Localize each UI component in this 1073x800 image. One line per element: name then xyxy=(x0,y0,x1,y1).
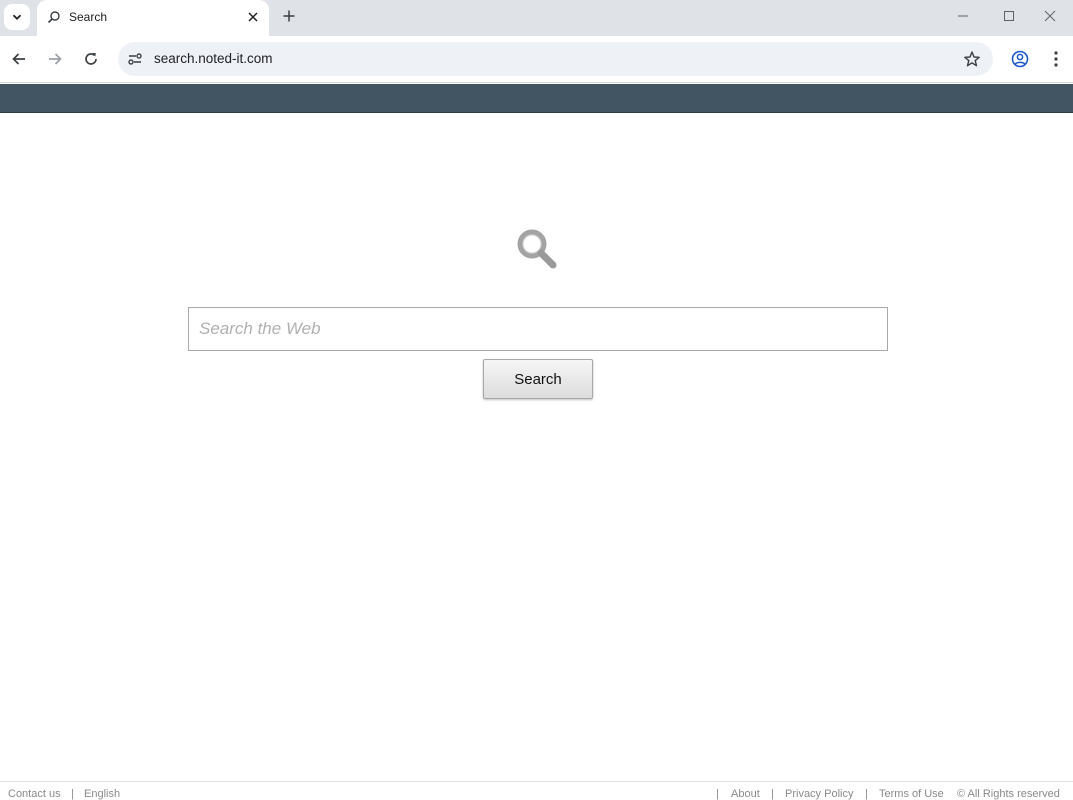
footer-about-link[interactable]: About xyxy=(731,788,760,800)
footer-separator: | xyxy=(771,788,774,800)
address-url[interactable]: search.noted-it.com xyxy=(154,51,273,66)
plus-icon xyxy=(283,10,295,22)
arrow-right-icon xyxy=(49,53,62,65)
maximize-button[interactable] xyxy=(986,0,1032,32)
account-icon xyxy=(1011,50,1029,68)
site-header-bar xyxy=(0,84,1073,113)
footer-separator: | xyxy=(865,788,868,800)
tune-icon[interactable] xyxy=(126,50,144,68)
minimize-button[interactable] xyxy=(940,0,986,32)
footer-copyright: © All Rights reserved xyxy=(957,788,1060,800)
browser-toolbar: search.noted-it.com xyxy=(0,36,1073,83)
search-icon xyxy=(47,11,60,24)
tab-search-button[interactable] xyxy=(4,4,30,30)
maximize-icon xyxy=(1004,11,1014,21)
kebab-menu-icon xyxy=(1054,51,1058,67)
footer-separator: | xyxy=(716,788,719,800)
tab-title: Search xyxy=(69,10,108,24)
close-icon xyxy=(248,12,258,22)
footer-contact-link[interactable]: Contact us xyxy=(8,788,61,800)
star-icon[interactable] xyxy=(963,50,981,68)
tab-close-button[interactable] xyxy=(245,9,261,25)
footer-language-link[interactable]: English xyxy=(84,788,120,800)
address-bar[interactable]: search.noted-it.com xyxy=(118,42,993,76)
new-tab-button[interactable] xyxy=(278,5,300,27)
reload-button[interactable] xyxy=(78,46,104,72)
chevron-down-icon xyxy=(12,14,22,20)
footer-terms-link[interactable]: Terms of Use xyxy=(879,788,944,800)
browser-tab[interactable]: Search xyxy=(37,0,269,36)
profile-button[interactable] xyxy=(1007,46,1033,72)
back-button[interactable] xyxy=(6,46,32,72)
arrow-left-icon xyxy=(12,53,25,65)
footer-privacy-link[interactable]: Privacy Policy xyxy=(785,788,853,800)
reload-icon xyxy=(85,52,97,65)
search-button[interactable]: Search xyxy=(483,359,593,399)
menu-button[interactable] xyxy=(1043,46,1069,72)
forward-button[interactable] xyxy=(42,46,68,72)
magnifier-icon xyxy=(517,229,557,269)
minimize-icon xyxy=(958,15,968,17)
window-close-button[interactable] xyxy=(1027,0,1073,32)
footer-separator: | xyxy=(71,788,74,800)
footer: Contact us | English | About | Privacy P… xyxy=(0,781,1073,800)
search-input[interactable] xyxy=(188,307,888,351)
tab-strip: Search xyxy=(0,0,1073,36)
close-icon xyxy=(1044,10,1056,22)
